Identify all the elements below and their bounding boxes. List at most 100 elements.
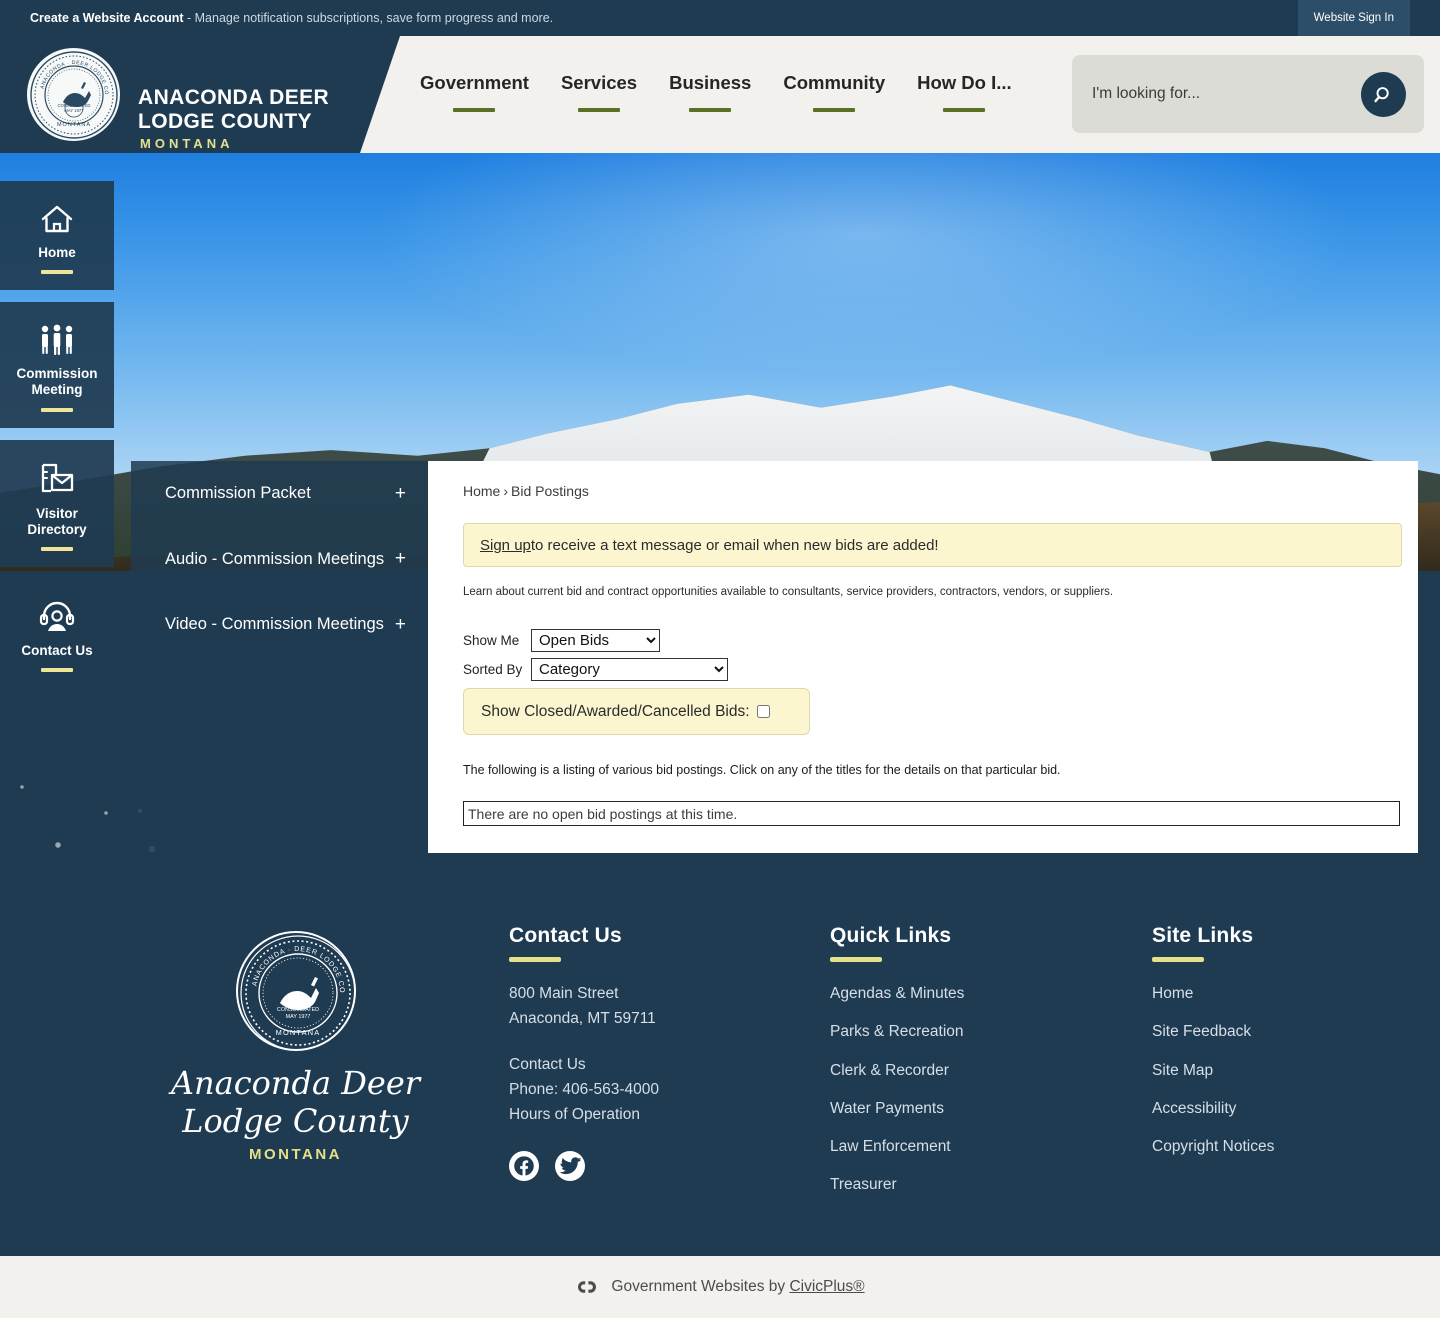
nav-label: How Do I... <box>917 72 1012 94</box>
signup-link[interactable]: Sign up <box>480 537 531 554</box>
quick-link-parks-recreation[interactable]: Parks & Recreation <box>830 1020 1130 1043</box>
quick-link-water-payments[interactable]: Water Payments <box>830 1097 1130 1120</box>
nav-item-business[interactable]: Business <box>669 72 751 112</box>
page-intro-text: Learn about current bid and contract opp… <box>463 586 1393 598</box>
expand-plus-icon[interactable]: + <box>395 548 406 570</box>
sidebar-item-home[interactable]: Home <box>0 181 114 290</box>
nav-underline <box>689 108 731 112</box>
site-header: CONSOLIDATED MAY 1977 MONTANA ANACONDA ·… <box>0 36 1440 153</box>
expand-plus-icon[interactable]: + <box>395 614 406 636</box>
footer-address-line1: 800 Main Street <box>509 982 809 1005</box>
website-sign-in-button[interactable]: Website Sign In <box>1298 0 1410 36</box>
nav-underline <box>578 108 620 112</box>
svg-text:MONTANA: MONTANA <box>275 1028 320 1037</box>
show-me-label: Show Me <box>463 633 531 648</box>
site-credit-text: Government Websites by CivicPlus® <box>611 1278 864 1296</box>
nav-item-how-do-i[interactable]: How Do I... <box>917 72 1012 112</box>
sorted-by-select[interactable]: CategoryTitleClosing DatePublication Dat… <box>531 658 728 681</box>
footer-title-underline <box>1152 957 1204 962</box>
footer-contact-us-link[interactable]: Contact Us <box>509 1053 809 1076</box>
quick-link-clerk-recorder[interactable]: Clerk & Recorder <box>830 1059 1130 1082</box>
site-link-site-feedback[interactable]: Site Feedback <box>1152 1020 1422 1043</box>
side-menu-label: Commission Packet <box>165 481 388 507</box>
svg-text:CONSOLIDATED: CONSOLIDATED <box>276 1007 318 1013</box>
create-account-text: Create a Website Account - Manage notifi… <box>30 11 553 25</box>
mail-envelope-icon <box>39 462 75 496</box>
utility-bar: Create a Website Account - Manage notifi… <box>0 0 1440 36</box>
sidebar-item-underline <box>41 668 73 672</box>
footer-contact-title: Contact Us <box>509 924 809 948</box>
sidebar-item-commission-meeting[interactable]: Commission Meeting <box>0 302 114 427</box>
sorted-by-label: Sorted By <box>463 662 531 677</box>
search-icon <box>1373 84 1395 106</box>
side-menu-label: Audio - Commission Meetings <box>165 547 388 573</box>
site-link-copyright-notices[interactable]: Copyright Notices <box>1152 1135 1422 1158</box>
show-me-select[interactable]: Open BidsClosed BidsAwarded BidsCancelle… <box>531 629 660 652</box>
site-search <box>1072 55 1424 133</box>
footer-quick-links-title: Quick Links <box>830 924 1130 948</box>
signup-notice-text: to receive a text message or email when … <box>531 537 939 554</box>
quick-link-law-enforcement[interactable]: Law Enforcement <box>830 1135 1130 1158</box>
footer-contact-details: Contact Us Phone: 406-563-4000 Hours of … <box>509 1053 809 1127</box>
side-menu-item-commission-packet[interactable]: Commission Packet + <box>131 461 428 527</box>
site-link-home[interactable]: Home <box>1152 982 1422 1005</box>
side-menu-label: Video - Commission Meetings <box>165 612 388 638</box>
sidebar-item-underline <box>41 270 73 274</box>
nav-item-government[interactable]: Government <box>420 72 529 112</box>
signup-notice-banner: Sign up to receive a text message or ema… <box>463 523 1402 567</box>
footer-quick-links-column: Quick Links Agendas & Minutes Parks & Re… <box>830 924 1130 1212</box>
side-menu-item-audio-commission-meetings[interactable]: Audio - Commission Meetings + <box>131 527 428 593</box>
sidebar-item-label: Home <box>38 245 76 261</box>
sidebar-item-label: Contact Us <box>21 643 92 659</box>
search-input[interactable] <box>1092 55 1342 133</box>
nav-label: Government <box>420 72 529 94</box>
show-me-row: Show Me Open BidsClosed BidsAwarded Bids… <box>463 629 728 652</box>
footer-logo: CONSOLIDATED MAY 1977 MONTANA ANACONDA ·… <box>168 931 423 1162</box>
site-link-site-map[interactable]: Site Map <box>1152 1059 1422 1082</box>
twitter-link[interactable] <box>555 1151 585 1181</box>
search-button[interactable] <box>1361 72 1406 117</box>
quick-link-treasurer[interactable]: Treasurer <box>830 1173 1130 1196</box>
sorted-by-row: Sorted By CategoryTitleClosing DatePubli… <box>463 658 728 681</box>
people-group-icon <box>37 324 77 356</box>
footer-wordmark-state: MONTANA <box>168 1147 423 1162</box>
footer-hours-link[interactable]: Hours of Operation <box>509 1103 809 1126</box>
nav-item-services[interactable]: Services <box>561 72 637 112</box>
side-menu-item-video-commission-meetings[interactable]: Video - Commission Meetings + <box>131 592 428 658</box>
footer-site-links-title: Site Links <box>1152 924 1422 948</box>
facebook-link[interactable] <box>509 1151 539 1181</box>
footer-social-links <box>509 1151 585 1181</box>
civicplus-link[interactable]: CivicPlus® <box>789 1278 864 1295</box>
breadcrumb-separator: › <box>503 483 508 499</box>
breadcrumb: Home›Bid Postings <box>463 483 589 499</box>
headset-support-icon <box>38 601 76 633</box>
show-closed-bids-label: Show Closed/Awarded/Cancelled Bids: <box>481 703 750 721</box>
footer-phone: Phone: 406-563-4000 <box>509 1078 809 1101</box>
footer-title-underline <box>509 957 561 962</box>
brand-line-3: MONTANA <box>140 137 329 152</box>
page-root: Create a Website Account - Manage notifi… <box>0 0 1440 1318</box>
nav-label: Services <box>561 72 637 94</box>
footer-address-line2: Anaconda, MT 59711 <box>509 1007 809 1030</box>
footer-address: 800 Main Street Anaconda, MT 59711 <box>509 982 809 1031</box>
expand-plus-icon[interactable]: + <box>395 483 406 505</box>
brand-line-2: LODGE COUNTY <box>138 110 329 134</box>
nav-underline <box>943 108 985 112</box>
facebook-icon <box>513 1155 535 1177</box>
create-account-link[interactable]: Create a Website Account <box>30 11 184 25</box>
main-content-panel: Home›Bid Postings Sign up to receive a t… <box>428 461 1418 853</box>
site-credit-bar: Government Websites by CivicPlus® <box>0 1256 1440 1318</box>
site-link-accessibility[interactable]: Accessibility <box>1152 1097 1422 1120</box>
breadcrumb-home-link[interactable]: Home <box>463 483 500 499</box>
svg-text:MAY 1977: MAY 1977 <box>285 1014 310 1020</box>
sidebar-item-visitor-directory[interactable]: Visitor Directory <box>0 440 114 567</box>
main-navigation: Government Services Business Community H… <box>420 72 1012 112</box>
show-closed-bids-checkbox[interactable] <box>757 705 770 718</box>
quick-link-agendas-minutes[interactable]: Agendas & Minutes <box>830 982 1130 1005</box>
sidebar-item-contact-us[interactable]: Contact Us <box>0 579 114 688</box>
site-credit-prefix: Government Websites by <box>611 1278 789 1295</box>
footer-wordmark: Anaconda Deer Lodge County MONTANA <box>168 1067 423 1162</box>
nav-underline <box>453 108 495 112</box>
nav-item-community[interactable]: Community <box>783 72 885 112</box>
nav-label: Business <box>669 72 751 94</box>
